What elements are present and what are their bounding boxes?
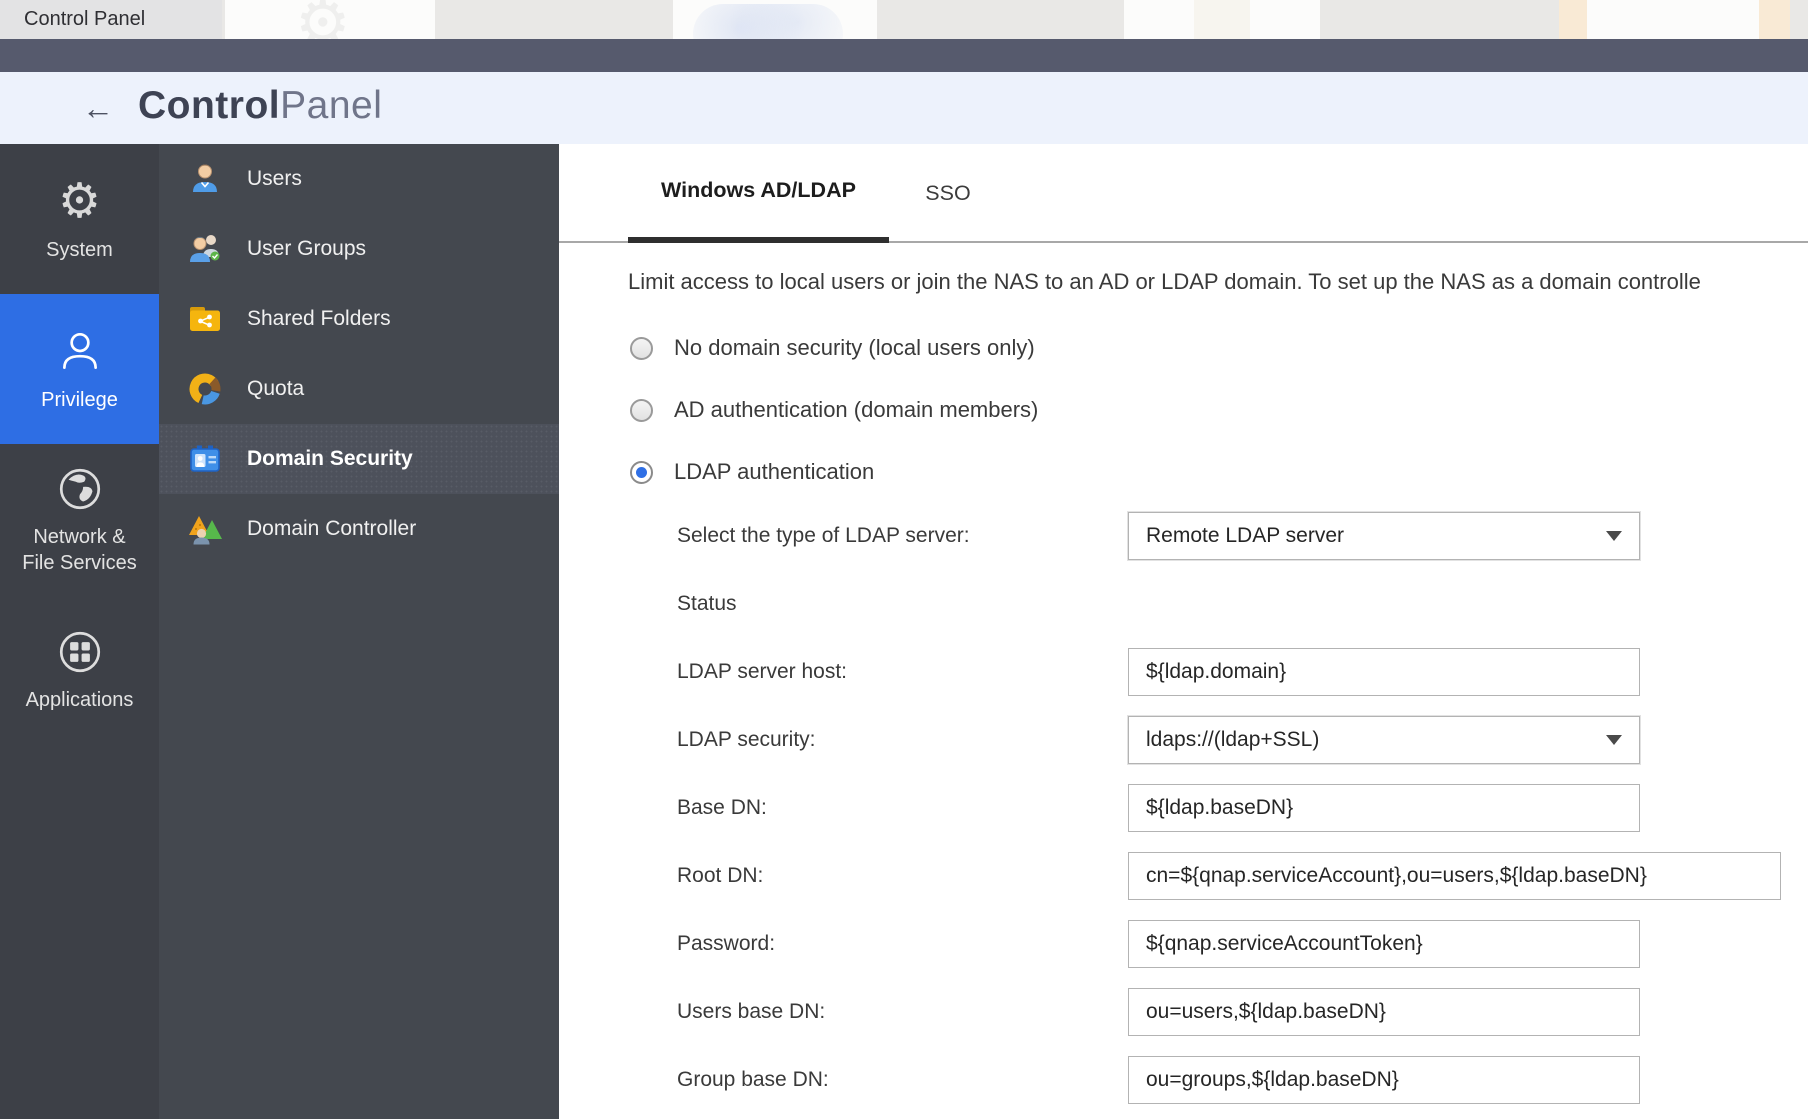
user-silhouette-icon xyxy=(55,326,105,378)
field-label: LDAP server host: xyxy=(677,660,847,684)
submenu-item-label: Shared Folders xyxy=(247,307,391,331)
sidebar-item-label: Privilege xyxy=(41,387,118,413)
arrow-left-icon: ← xyxy=(82,90,114,127)
domain-security-radio-group: No domain security (local users only) AD… xyxy=(630,317,1038,503)
page-title-primary: Control xyxy=(138,84,280,127)
submenu-item-user-groups[interactable]: User Groups xyxy=(159,214,559,284)
page-title-secondary: Panel xyxy=(280,84,382,127)
root-dn-input[interactable] xyxy=(1128,852,1781,900)
shared-folder-icon xyxy=(185,300,225,338)
window-thumbnail xyxy=(1124,0,1320,39)
selected-option: Remote LDAP server xyxy=(1146,524,1344,548)
field-label: LDAP security: xyxy=(677,728,816,752)
sidebar-item-privilege[interactable]: Privilege xyxy=(0,294,159,444)
field-label: Root DN: xyxy=(677,864,763,888)
taskbar: Control Panel xyxy=(0,0,1808,39)
tab-label: Windows AD/LDAP xyxy=(661,178,856,203)
privilege-submenu: Users User Groups xyxy=(159,144,559,1119)
radio-ad-authentication[interactable]: AD authentication (domain members) xyxy=(630,379,1038,441)
window-thumbnail xyxy=(1559,0,1790,39)
submenu-item-label: User Groups xyxy=(247,237,366,261)
form-row-ldap-security: LDAP security: ldaps://(ldap+SSL) xyxy=(559,706,1808,774)
globe-icon xyxy=(55,463,105,515)
submenu-item-label: Users xyxy=(247,167,302,191)
form-row-users-base-dn: Users base DN: xyxy=(559,978,1808,1046)
page-title: ControlPanel xyxy=(138,84,382,128)
field-label: Base DN: xyxy=(677,796,767,820)
base-dn-input[interactable] xyxy=(1128,784,1640,832)
id-badge-icon xyxy=(185,440,225,478)
tab-bar: Windows AD/LDAP SSO xyxy=(559,144,1808,243)
submenu-item-shared-folders[interactable]: Shared Folders xyxy=(159,284,559,354)
taskbar-tab-control-panel[interactable]: Control Panel xyxy=(0,0,222,39)
caret-down-icon xyxy=(1606,531,1622,541)
sidebar-item-label: Network & File Services xyxy=(22,524,136,576)
radio-ldap-authentication[interactable]: LDAP authentication xyxy=(630,441,1038,503)
window-thumbnail xyxy=(673,0,877,39)
caret-down-icon xyxy=(1606,735,1622,745)
window-thumbnail xyxy=(225,0,435,39)
back-button[interactable]: ← xyxy=(76,88,120,128)
form-row-password: Password: xyxy=(559,910,1808,978)
radio-no-domain-security[interactable]: No domain security (local users only) xyxy=(630,317,1038,379)
form-row-root-dn: Root DN: xyxy=(559,842,1808,910)
tab-windows-ad-ldap[interactable]: Windows AD/LDAP xyxy=(628,144,889,243)
sidebar-item-label: Applications xyxy=(26,687,134,713)
tab-sso[interactable]: SSO xyxy=(908,144,988,243)
form-row-ldap-server-type: Select the type of LDAP server: Remote L… xyxy=(559,502,1808,570)
sidebar-item-applications[interactable]: Applications xyxy=(0,594,159,744)
submenu-item-domain-controller[interactable]: Domain Controller xyxy=(159,494,559,564)
domain-controller-icon xyxy=(185,510,225,548)
radio-label: AD authentication (domain members) xyxy=(674,397,1038,423)
sidebar-item-network-file-services[interactable]: Network & File Services xyxy=(0,444,159,594)
field-label: Select the type of LDAP server: xyxy=(677,524,970,548)
page-description: Limit access to local users or join the … xyxy=(628,269,1808,295)
status-label: Status xyxy=(677,592,737,616)
radio-label: LDAP authentication xyxy=(674,459,874,485)
taskbar-tab-label: Control Panel xyxy=(24,8,145,31)
form-row-ldap-server-host: LDAP server host: xyxy=(559,638,1808,706)
top-divider-bar xyxy=(0,39,1808,72)
form-row-base-dn: Base DN: xyxy=(559,774,1808,842)
ldap-server-host-input[interactable] xyxy=(1128,648,1640,696)
radio-label: No domain security (local users only) xyxy=(674,335,1035,361)
user-group-icon xyxy=(185,230,225,268)
gear-icon: ⚙ xyxy=(58,176,101,228)
submenu-item-domain-security[interactable]: Domain Security xyxy=(159,424,559,494)
app-grid-icon xyxy=(55,626,105,678)
radio-circle-icon xyxy=(630,337,653,360)
field-label: Users base DN: xyxy=(677,1000,825,1024)
user-icon xyxy=(185,160,225,198)
users-base-dn-input[interactable] xyxy=(1128,988,1640,1036)
password-input[interactable] xyxy=(1128,920,1640,968)
form-row-group-base-dn: Group base DN: xyxy=(559,1046,1808,1114)
sidebar-item-system[interactable]: ⚙ System xyxy=(0,144,159,294)
field-label: Group base DN: xyxy=(677,1068,829,1092)
ldap-security-select[interactable]: ldaps://(ldap+SSL) xyxy=(1128,716,1640,764)
submenu-item-label: Domain Controller xyxy=(247,517,416,541)
tab-label: SSO xyxy=(925,181,970,206)
category-sidebar: ⚙ System Privilege Network & File Servic… xyxy=(0,144,159,1119)
submenu-item-label: Domain Security xyxy=(247,447,413,471)
quota-donut-icon xyxy=(185,370,225,408)
submenu-item-label: Quota xyxy=(247,377,304,401)
ldap-server-type-select[interactable]: Remote LDAP server xyxy=(1128,512,1640,560)
sidebar-item-label: System xyxy=(46,237,113,263)
content-pane: Windows AD/LDAP SSO Limit access to loca… xyxy=(559,144,1808,1119)
ldap-settings-form: Select the type of LDAP server: Remote L… xyxy=(559,502,1808,1114)
submenu-item-users[interactable]: Users xyxy=(159,144,559,214)
form-row-status: Status xyxy=(559,570,1808,638)
selected-option: ldaps://(ldap+SSL) xyxy=(1146,728,1319,752)
submenu-item-quota[interactable]: Quota xyxy=(159,354,559,424)
window-header: ← ControlPanel xyxy=(0,72,1808,144)
radio-circle-icon xyxy=(630,461,653,484)
radio-circle-icon xyxy=(630,399,653,422)
field-label: Password: xyxy=(677,932,775,956)
group-base-dn-input[interactable] xyxy=(1128,1056,1640,1104)
